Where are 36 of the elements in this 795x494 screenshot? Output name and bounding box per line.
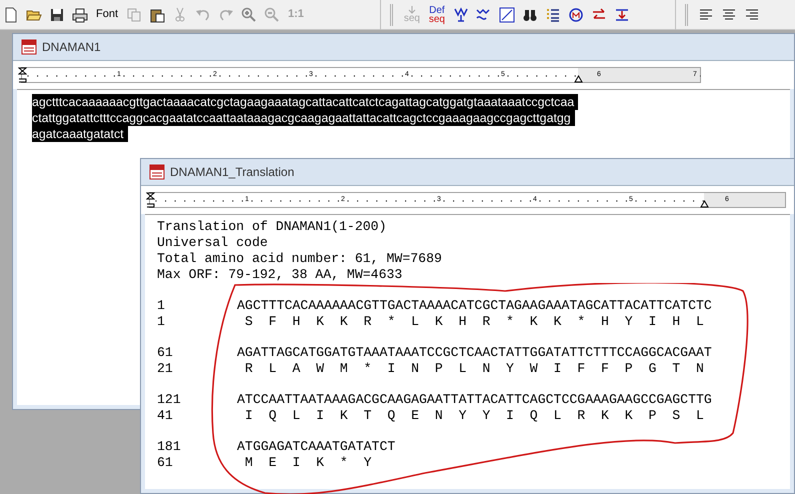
dot-plot-icon[interactable] xyxy=(498,6,516,24)
right-margin-marker[interactable] xyxy=(700,200,709,208)
zoom-in-icon[interactable] xyxy=(240,6,258,24)
amino-acid-sequence: R L A W M * I N P L N Y W I F F P G T N xyxy=(244,361,704,377)
nucleotide-sequence: ATCCAATTAATAAAGACGCAAGAGAATTATTACATTCAGCTCCGAAAGAAGCCGAGCTTG xyxy=(237,392,712,408)
position-number: 61 xyxy=(157,345,174,361)
window-title: DNAMAN1 xyxy=(42,39,101,56)
toolbar-button[interactable]: Def seq xyxy=(426,6,447,24)
window-title: DNAMAN1_Translation xyxy=(170,164,294,181)
right-margin-marker[interactable] xyxy=(574,75,583,83)
amino-acid-sequence: M E I K * Y xyxy=(244,455,372,471)
info-line: Max ORF: 79-192, 38 AA, MW=4633 xyxy=(157,267,402,283)
position-number: 41 xyxy=(157,408,174,424)
position-number: 1 xyxy=(157,298,166,314)
amino-acid-sequence: S F H K K R * L K H R * K K * H Y I H L xyxy=(244,314,704,330)
info-line: Translation of DNAMAN1(1-200) xyxy=(157,219,386,235)
circle-m-icon[interactable] xyxy=(566,6,585,24)
position-number: 1 xyxy=(157,314,166,330)
dna-tree-icon[interactable] xyxy=(452,6,470,24)
position-number: 21 xyxy=(157,361,174,377)
seq-document-icon xyxy=(149,164,165,180)
nucleotide-sequence: AGATTAGCATGGATGTAAATAAATCCGCTCAACTATTGGATATTCTTTCCAGGCACGAAT xyxy=(237,345,712,361)
nucleotide-sequence: ATGGAGATCAAATGATATCT xyxy=(237,439,396,455)
position-number: 181 xyxy=(157,439,182,455)
seq-document-icon xyxy=(21,39,37,55)
info-line: Universal code xyxy=(157,235,268,251)
nucleotide-sequence: AGCTTTCACAAAAAACGTTGACTAAAACATCGCTAGAAGAAATAGCATTACATTCATCTC xyxy=(237,298,712,314)
printer-icon[interactable] xyxy=(71,6,89,24)
down-arrow-icon xyxy=(408,6,416,14)
toolbar-button[interactable]: Font xyxy=(94,9,120,20)
position-number: 121 xyxy=(157,392,182,408)
info-line: Total amino acid number: 61, MW=7689 xyxy=(157,251,442,267)
position-number: 61 xyxy=(157,455,174,471)
indent-marker[interactable] xyxy=(18,67,27,83)
amino-acid-sequence: I Q L I K T Q E N Y Y I Q L R K K P S L xyxy=(244,408,704,424)
indent-marker[interactable] xyxy=(146,192,155,208)
